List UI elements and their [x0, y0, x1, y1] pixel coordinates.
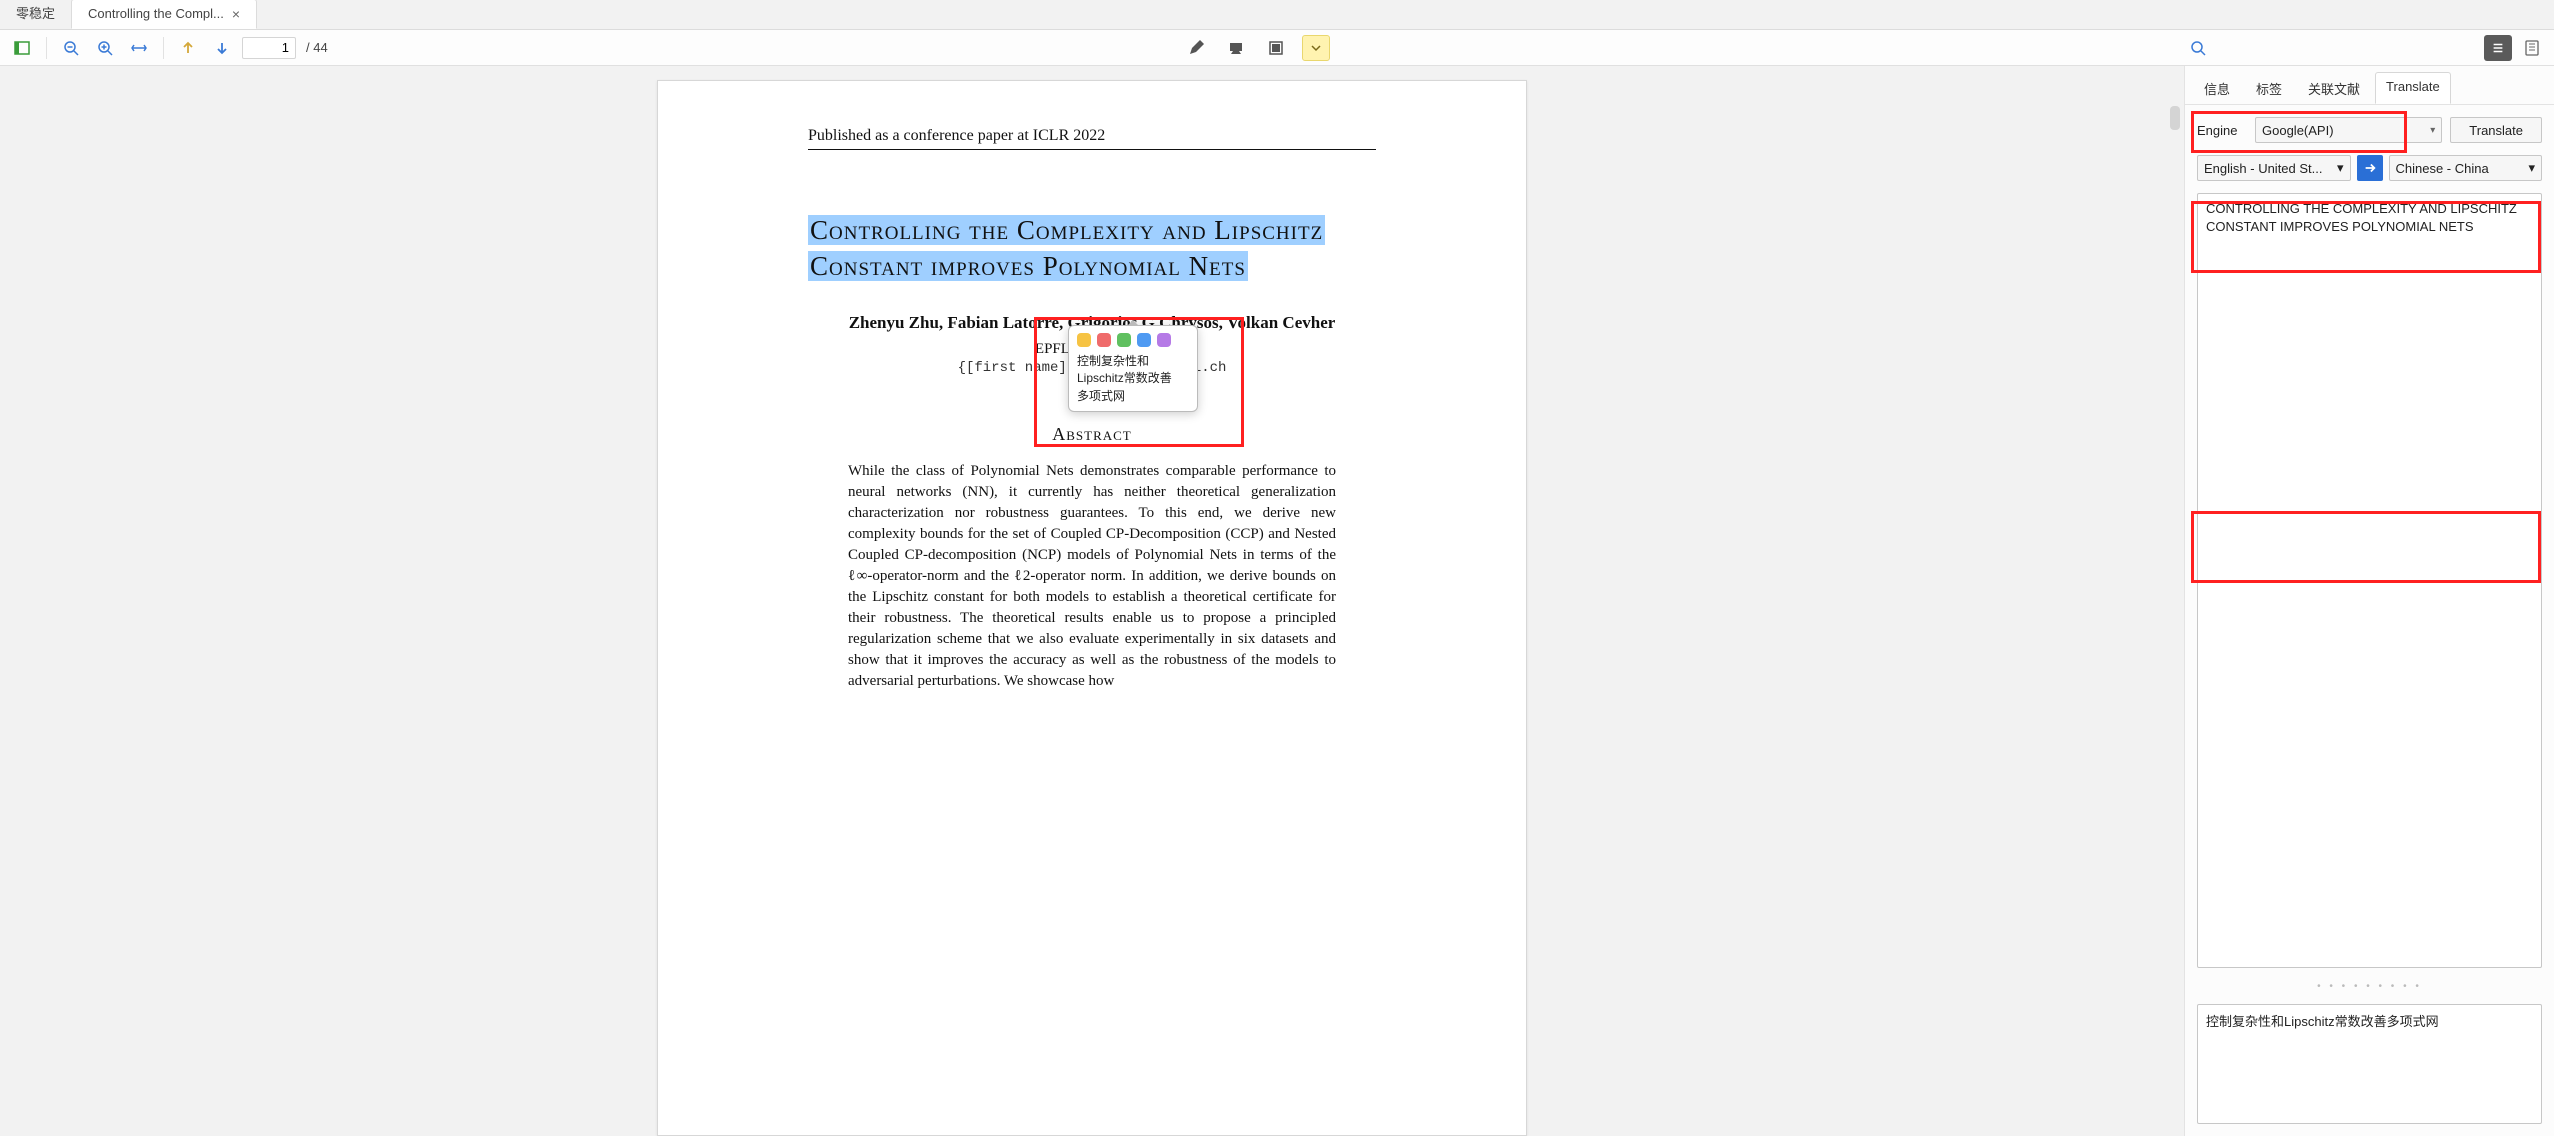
popup-line: Lipschitz常数改善	[1077, 371, 1172, 385]
source-text-box[interactable]: CONTROLLING THE COMPLEXITY AND LIPSCHITZ…	[2197, 193, 2542, 968]
chevron-down-icon: ▾	[2337, 160, 2344, 176]
panel-icon	[14, 40, 30, 56]
pdf-viewer[interactable]: Published as a conference paper at ICLR …	[0, 66, 2184, 1136]
separator	[163, 37, 164, 59]
zoom-out-button[interactable]	[57, 35, 85, 61]
arrow-down-icon	[214, 40, 230, 56]
prev-page-button[interactable]	[174, 35, 202, 61]
zoom-in-icon	[97, 40, 113, 56]
next-page-button[interactable]	[208, 35, 236, 61]
scrollbar-thumb[interactable]	[2170, 106, 2180, 130]
arrow-right-icon	[2363, 161, 2377, 175]
popup-translation-text: 控制复杂性和 Lipschitz常数改善 多项式网	[1069, 351, 1197, 411]
language-row: English - United St... ▾ Chinese - China…	[2197, 155, 2542, 181]
chevron-down-icon	[1308, 40, 1324, 56]
toolbar: / 44	[0, 30, 2554, 66]
search-button[interactable]	[2184, 35, 2212, 61]
translate-button-label: Translate	[2469, 123, 2523, 138]
popup-line: 多项式网	[1077, 389, 1125, 403]
side-panel-tabs: 信息 标签 关联文献 Translate	[2185, 66, 2554, 105]
engine-value: Google(API)	[2262, 123, 2334, 138]
page-total-label: / 44	[302, 40, 328, 55]
lang-from-value: English - United St...	[2204, 161, 2323, 176]
sp-tab-info[interactable]: 信息	[2193, 72, 2241, 104]
annotate-area-button[interactable]	[1262, 35, 1290, 61]
pdf-page: Published as a conference paper at ICLR …	[657, 80, 1527, 1136]
color-swatch-blue[interactable]	[1137, 333, 1151, 347]
separator	[46, 37, 47, 59]
sp-tab-tags[interactable]: 标签	[2245, 72, 2293, 104]
resize-handle[interactable]: • • • • • • • • •	[2197, 980, 2542, 992]
engine-select[interactable]: Google(API) ▾	[2255, 117, 2442, 143]
close-icon[interactable]: ×	[232, 0, 240, 29]
color-swatch-red[interactable]	[1097, 333, 1111, 347]
annotate-pen-button[interactable]	[1182, 35, 1210, 61]
paper-title[interactable]: Controlling the Complexity and Lipschitz…	[808, 212, 1376, 285]
side-panel-body: Engine Google(API) ▾ Translate English -…	[2185, 105, 2554, 1136]
lang-to-select[interactable]: Chinese - China ▾	[2389, 155, 2543, 181]
pen-icon	[1188, 40, 1204, 56]
fit-width-icon	[131, 40, 147, 56]
zoom-in-button[interactable]	[91, 35, 119, 61]
fit-width-button[interactable]	[125, 35, 153, 61]
arrow-up-icon	[180, 40, 196, 56]
title-line2: Constant improves Polynomial Nets	[808, 251, 1248, 281]
chevron-down-icon: ▾	[2528, 160, 2535, 176]
color-swatch-green[interactable]	[1117, 333, 1131, 347]
reading-view-button[interactable]	[2484, 35, 2512, 61]
sp-tab-related[interactable]: 关联文献	[2297, 72, 2371, 104]
lines-icon	[2491, 41, 2505, 55]
title-line1: Controlling the Complexity and Lipschitz	[808, 215, 1325, 245]
highlight-color-button[interactable]	[1302, 35, 1330, 61]
engine-label: Engine	[2197, 123, 2247, 138]
area-icon	[1268, 40, 1284, 56]
sp-tab-translate[interactable]: Translate	[2375, 72, 2451, 104]
lang-to-value: Chinese - China	[2396, 161, 2489, 176]
metadata-panel-button[interactable]	[2518, 35, 2546, 61]
side-panel: 信息 标签 关联文献 Translate Engine Google(API) …	[2184, 66, 2554, 1136]
zoom-out-icon	[63, 40, 79, 56]
target-text-box[interactable]: 控制复杂性和Lipschitz常数改善多项式网	[2197, 1004, 2542, 1124]
annotate-text-button[interactable]	[1222, 35, 1250, 61]
main-area: Published as a conference paper at ICLR …	[0, 66, 2554, 1136]
popup-color-row	[1069, 326, 1197, 351]
page-number-input[interactable]	[242, 37, 296, 59]
tab-zero-stability[interactable]: 零稳定	[0, 0, 71, 29]
info-panel-icon	[2524, 40, 2540, 56]
sidebar-toggle-button[interactable]	[8, 35, 36, 61]
document-tab-bar: 零稳定 Controlling the Compl... ×	[0, 0, 2554, 30]
abstract-heading: Abstract	[808, 424, 1376, 445]
tab-controlling-complexity[interactable]: Controlling the Compl... ×	[71, 0, 257, 29]
conference-line: Published as a conference paper at ICLR …	[808, 127, 1376, 150]
tab-label: Controlling the Compl...	[88, 0, 224, 29]
abstract-body: While the class of Polynomial Nets demon…	[808, 461, 1376, 692]
tab-label: 零稳定	[16, 0, 55, 29]
color-swatch-yellow[interactable]	[1077, 333, 1091, 347]
text-annotate-icon	[1228, 40, 1244, 56]
chevron-down-icon: ▾	[2430, 125, 2435, 136]
lang-from-select[interactable]: English - United St... ▾	[2197, 155, 2351, 181]
popup-line: 控制复杂性和	[1077, 354, 1149, 368]
translation-popup[interactable]: 控制复杂性和 Lipschitz常数改善 多项式网	[1068, 325, 1198, 412]
search-icon	[2190, 40, 2206, 56]
color-swatch-purple[interactable]	[1157, 333, 1171, 347]
engine-row: Engine Google(API) ▾ Translate	[2197, 117, 2542, 143]
swap-languages-button[interactable]	[2357, 155, 2383, 181]
translate-button[interactable]: Translate	[2450, 117, 2542, 143]
